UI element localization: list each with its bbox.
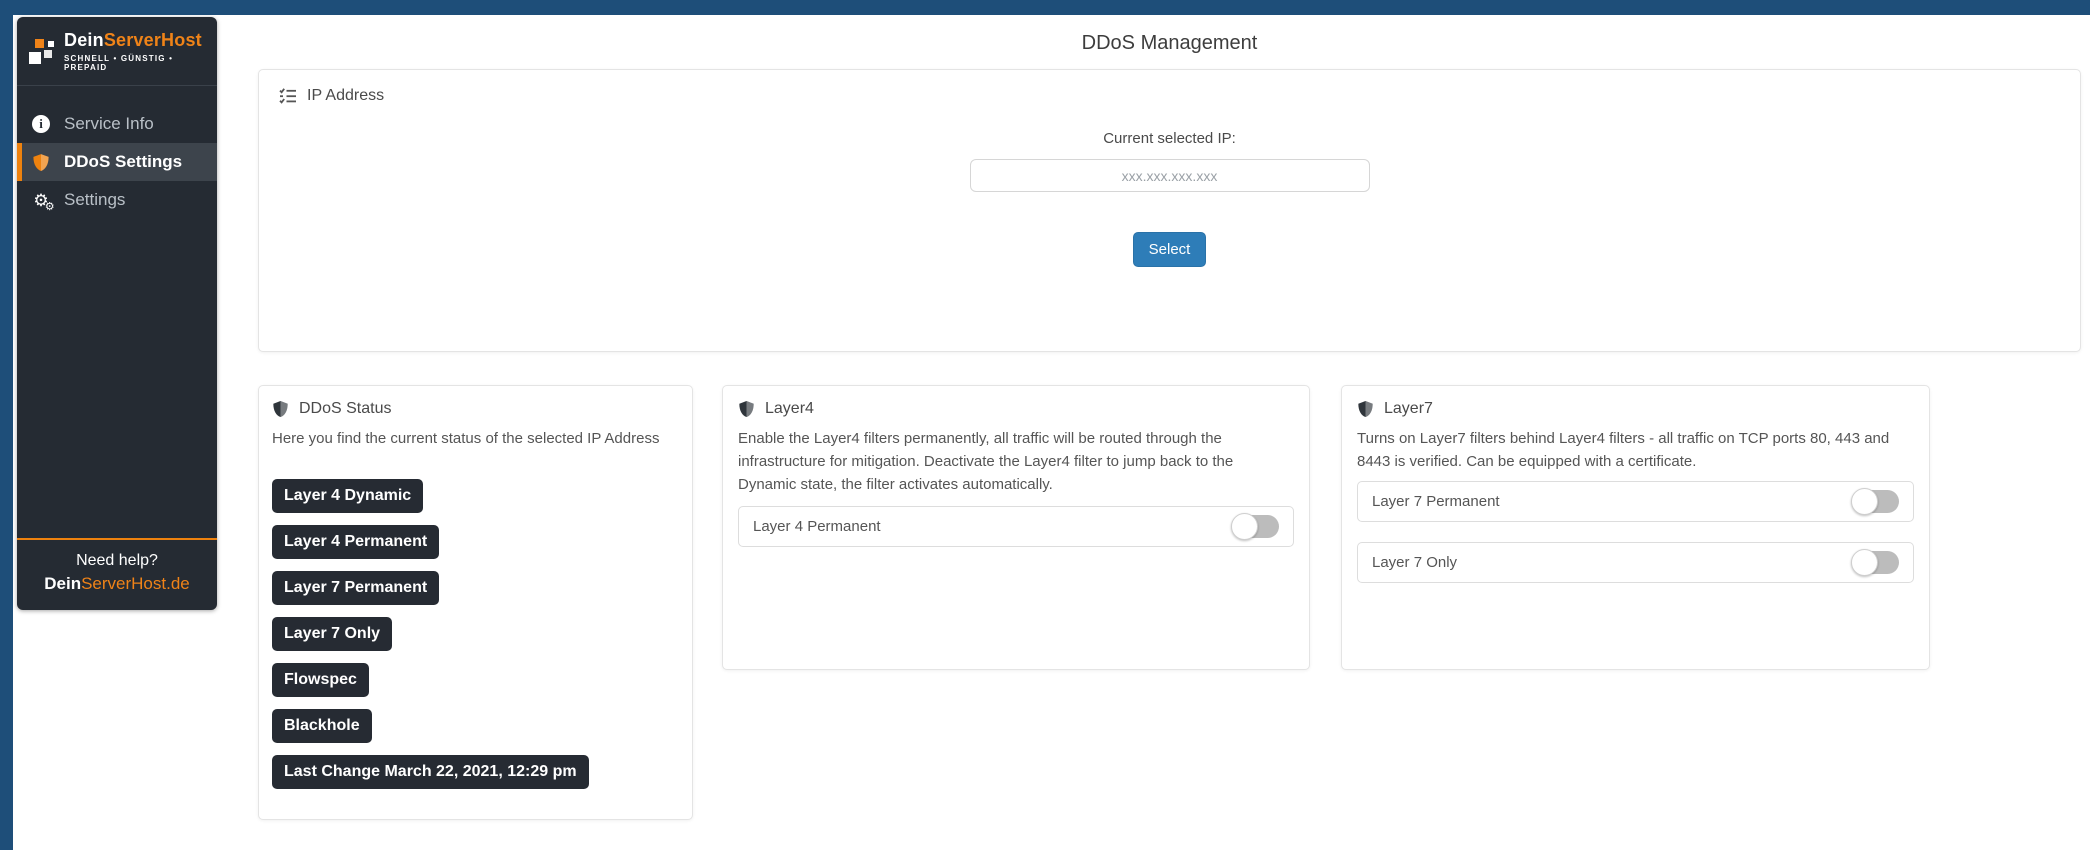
layer7-only-toggle[interactable]	[1852, 551, 1899, 574]
logo-text: DeinServerHost SCHNELL • GÜNSTIG • PREPA…	[64, 31, 207, 72]
ddos-status-card: DDoS Status Here you find the current st…	[258, 385, 693, 820]
status-card-title: DDoS Status	[299, 400, 391, 418]
layer7-card-title: Layer7	[1384, 400, 1433, 418]
layer7-permanent-row: Layer 7 Permanent	[1357, 481, 1914, 522]
layer4-permanent-toggle[interactable]	[1232, 515, 1279, 538]
footer-brand-link[interactable]: DeinServerHost.de	[21, 574, 213, 594]
sidebar-nav: i Service Info DDoS Settings ⚙⚙ Settings	[17, 86, 217, 219]
layer4-permanent-row: Layer 4 Permanent	[738, 506, 1294, 547]
sidebar-item-label: DDoS Settings	[64, 152, 182, 172]
layer4-card-header: Layer4	[738, 400, 1294, 418]
page-title: DDoS Management	[258, 32, 2081, 55]
gears-icon: ⚙⚙	[31, 190, 51, 210]
sidebar-item-settings[interactable]: ⚙⚙ Settings	[17, 181, 217, 219]
select-button[interactable]: Select	[1133, 232, 1207, 267]
sidebar-item-ddos-settings[interactable]: DDoS Settings	[17, 143, 217, 181]
layer7-only-row: Layer 7 Only	[1357, 542, 1914, 583]
current-ip-label: Current selected IP:	[279, 130, 2060, 147]
shield-icon	[1357, 400, 1374, 418]
sidebar-footer: Need help? DeinServerHost.de	[17, 538, 217, 610]
logo: DeinServerHost SCHNELL • GÜNSTIG • PREPA…	[17, 17, 217, 86]
layer7-card-header: Layer7	[1357, 400, 1914, 418]
ip-card-header: IP Address	[279, 87, 2060, 105]
need-help-text: Need help?	[21, 552, 213, 570]
left-edge-bar	[0, 0, 13, 850]
sidebar-item-label: Service Info	[64, 114, 154, 134]
ip-address-card: IP Address Current selected IP: Select	[258, 69, 2081, 352]
layer7-card-description: Turns on Layer7 filters behind Layer4 fi…	[1357, 427, 1914, 473]
page: DeinServerHost SCHNELL • GÜNSTIG • PREPA…	[0, 0, 2090, 857]
ip-card-title: IP Address	[307, 87, 384, 105]
status-badge-layer7-only: Layer 7 Only	[272, 617, 392, 651]
layer4-card-title: Layer4	[765, 400, 814, 418]
toggle-label: Layer 7 Only	[1372, 554, 1457, 571]
list-check-icon	[279, 87, 297, 105]
shield-icon	[272, 400, 289, 418]
layer4-card: Layer4 Enable the Layer4 filters permane…	[722, 385, 1310, 670]
shield-icon	[31, 152, 51, 172]
status-badge-layer4-dynamic: Layer 4 Dynamic	[272, 479, 423, 513]
ip-input[interactable]	[970, 159, 1370, 192]
brand-name: DeinServerHost	[64, 30, 202, 50]
sidebar: DeinServerHost SCHNELL • GÜNSTIG • PREPA…	[17, 17, 217, 610]
shield-icon	[738, 400, 755, 418]
layer4-card-description: Enable the Layer4 filters permanently, a…	[738, 427, 1294, 496]
status-badge-layer7-permanent: Layer 7 Permanent	[272, 571, 439, 605]
brand-tagline: SCHNELL • GÜNSTIG • PREPAID	[64, 54, 207, 72]
info-circle-icon: i	[31, 114, 51, 134]
status-badge-layer4-permanent: Layer 4 Permanent	[272, 525, 439, 559]
toggle-label: Layer 4 Permanent	[753, 518, 881, 535]
top-edge-bar	[0, 0, 2090, 15]
status-card-header: DDoS Status	[272, 400, 679, 418]
sidebar-item-label: Settings	[64, 190, 125, 210]
layer7-card: Layer7 Turns on Layer7 filters behind La…	[1341, 385, 1930, 670]
status-badge-last-change: Last Change March 22, 2021, 12:29 pm	[272, 755, 589, 789]
toggle-knob	[1231, 513, 1258, 540]
toggle-knob	[1851, 549, 1878, 576]
toggle-knob	[1851, 488, 1878, 515]
sidebar-item-service-info[interactable]: i Service Info	[17, 105, 217, 143]
status-badge-blackhole: Blackhole	[272, 709, 372, 743]
logo-squares-icon	[29, 38, 55, 65]
toggle-label: Layer 7 Permanent	[1372, 493, 1500, 510]
status-card-description: Here you find the current status of the …	[272, 427, 679, 450]
status-badge-flowspec: Flowspec	[272, 663, 369, 697]
layer7-permanent-toggle[interactable]	[1852, 490, 1899, 513]
status-badge-list: Layer 4 Dynamic Layer 4 Permanent Layer …	[272, 479, 679, 789]
